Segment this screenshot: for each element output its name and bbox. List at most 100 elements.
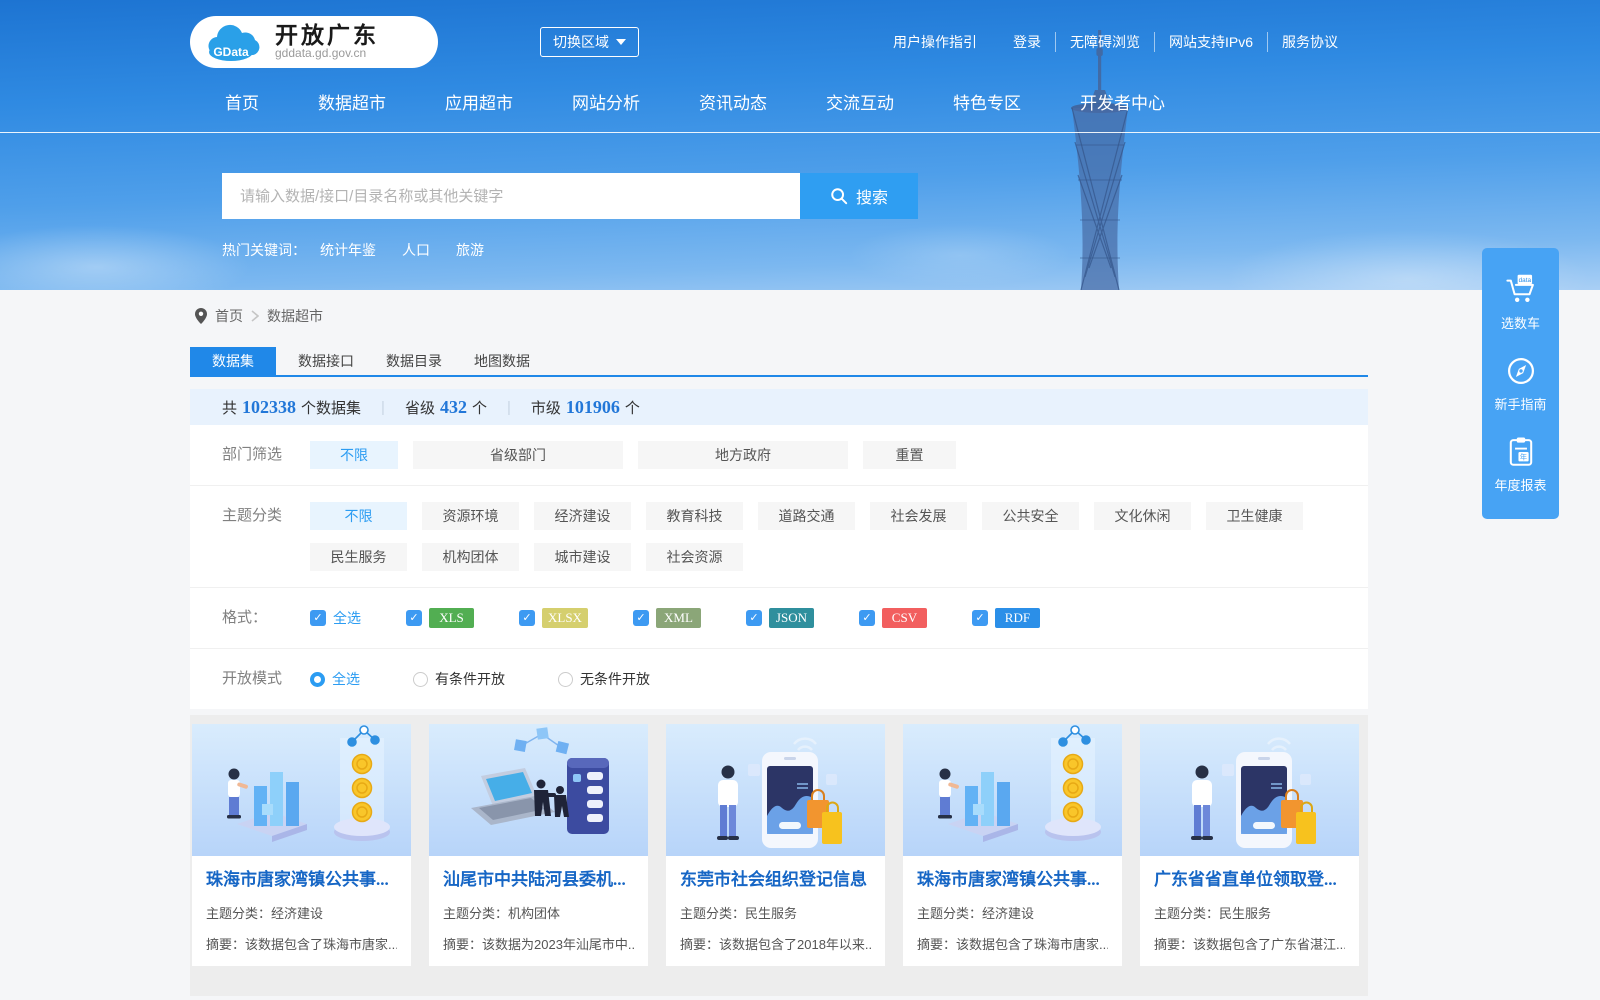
checkbox-checked-icon[interactable]: ✓ bbox=[519, 610, 535, 626]
theme-option[interactable]: 文化休闲 bbox=[1094, 502, 1191, 530]
link-accessibility[interactable]: 无障碍浏览 bbox=[1054, 31, 1154, 52]
format-option-xls[interactable]: ✓ XLS bbox=[406, 608, 474, 628]
annual-report-icon bbox=[1504, 435, 1538, 469]
link-ipv6[interactable]: 网站支持IPv6 bbox=[1153, 31, 1267, 52]
dataset-thumbnail bbox=[429, 724, 648, 856]
format-option-xlsx[interactable]: ✓ XLSX bbox=[519, 608, 588, 628]
open-mode-option-unconditional[interactable]: 无条件开放 bbox=[558, 669, 650, 689]
format-option-rdf[interactable]: ✓ RDF bbox=[971, 608, 1040, 628]
dataset-title[interactable]: 珠海市唐家湾镇公共事... bbox=[917, 869, 1108, 891]
utility-links: 用户操作指引 登录 无障碍浏览 网站支持IPv6 服务协议 bbox=[893, 31, 1352, 52]
gdata-cloud-icon bbox=[204, 22, 266, 62]
chevron-down-icon bbox=[616, 38, 626, 45]
city-count: 101906 bbox=[565, 396, 620, 417]
tab-bar: 数据集 数据接口 数据目录 地图数据 bbox=[190, 347, 1368, 377]
tab-map-data[interactable]: 地图数据 bbox=[458, 347, 546, 375]
dataset-summary: 摘要：该数据包含了广东省湛江... bbox=[1154, 937, 1345, 952]
main-nav: 首页 数据超市 应用超市 网站分析 资讯动态 交流互动 特色专区 开发者中心 bbox=[0, 70, 1600, 133]
department-reset-button[interactable]: 重置 bbox=[863, 441, 956, 469]
theme-filter-label: 主题分类 bbox=[222, 507, 283, 524]
dataset-card[interactable]: 东莞市社会组织登记信息 主题分类：民生服务 摘要：该数据包含了2018年以来..… bbox=[666, 724, 885, 966]
dataset-category: 主题分类：经济建设 bbox=[206, 906, 324, 921]
theme-option[interactable]: 教育科技 bbox=[646, 502, 743, 530]
radio-icon[interactable] bbox=[413, 671, 428, 687]
dataset-summary: 摘要：该数据包含了2018年以来... bbox=[680, 937, 871, 952]
link-login[interactable]: 登录 bbox=[999, 32, 1055, 52]
checkbox-checked-icon[interactable]: ✓ bbox=[310, 610, 326, 626]
side-item-annual-report[interactable]: 年度报表 bbox=[1482, 424, 1559, 505]
theme-option[interactable]: 资源环境 bbox=[422, 502, 519, 530]
dataset-title[interactable]: 东莞市社会组织登记信息 bbox=[680, 869, 871, 891]
region-switch-label: 切换区域 bbox=[553, 33, 609, 50]
top-bar: 开放广东 gddata.gd.gov.cn 切换区域 用户操作指引 登录 无障碍… bbox=[0, 0, 1600, 70]
department-filter-label: 部门筛选 bbox=[222, 446, 283, 463]
nav-item-interaction[interactable]: 交流互动 bbox=[826, 89, 894, 114]
checkbox-checked-icon[interactable]: ✓ bbox=[858, 610, 875, 626]
theme-option[interactable]: 城市建设 bbox=[534, 543, 631, 571]
format-option-xml[interactable]: ✓ XML bbox=[632, 608, 701, 628]
hot-keyword-tourism[interactable]: 旅游 bbox=[456, 240, 484, 260]
nav-item-home[interactable]: 首页 bbox=[225, 89, 259, 114]
dataset-card[interactable]: 广东省省直单位领取登... 主题分类：民生服务 摘要：该数据包含了广东省湛江..… bbox=[1140, 724, 1359, 966]
theme-option[interactable]: 公共安全 bbox=[982, 502, 1079, 530]
dataset-card[interactable]: 珠海市唐家湾镇公共事... 主题分类：经济建设 摘要：该数据包含了珠海市唐家..… bbox=[192, 724, 411, 966]
nav-item-site-analysis[interactable]: 网站分析 bbox=[572, 89, 640, 114]
nav-item-developer-center[interactable]: 开发者中心 bbox=[1080, 89, 1165, 114]
format-select-all[interactable]: ✓ 全选 bbox=[310, 608, 361, 628]
search-input[interactable] bbox=[222, 173, 800, 219]
department-option-local-gov[interactable]: 地方政府 bbox=[638, 441, 848, 469]
theme-option[interactable]: 民生服务 bbox=[310, 543, 407, 571]
hot-keyword-population[interactable]: 人口 bbox=[402, 240, 430, 260]
checkbox-checked-icon[interactable]: ✓ bbox=[745, 610, 762, 626]
filter-row-open-mode: 开放模式 全选 有条件开放 无条件开放 bbox=[190, 649, 1368, 709]
search-button[interactable]: 搜索 bbox=[800, 173, 918, 219]
radio-selected-icon[interactable] bbox=[310, 671, 325, 687]
nav-item-special-zone[interactable]: 特色专区 bbox=[953, 89, 1021, 114]
compass-icon bbox=[1504, 354, 1538, 388]
breadcrumb-home[interactable]: 首页 bbox=[215, 306, 243, 326]
breadcrumb: 首页 数据超市 bbox=[190, 290, 1368, 326]
hot-keywords-label: 热门关键词： bbox=[222, 242, 306, 258]
theme-option[interactable]: 社会发展 bbox=[870, 502, 967, 530]
side-item-beginner-guide[interactable]: 新手指南 bbox=[1482, 343, 1559, 424]
theme-option[interactable]: 社会资源 bbox=[646, 543, 743, 571]
tab-data-api[interactable]: 数据接口 bbox=[282, 347, 370, 375]
dataset-title[interactable]: 汕尾市中共陆河县委机... bbox=[443, 869, 634, 891]
checkbox-checked-icon[interactable]: ✓ bbox=[632, 610, 649, 626]
theme-option[interactable]: 不限 bbox=[310, 502, 407, 530]
dataset-thumbnail bbox=[192, 724, 411, 856]
divider: | bbox=[506, 398, 511, 416]
radio-icon[interactable] bbox=[558, 671, 573, 687]
open-mode-option-conditional[interactable]: 有条件开放 bbox=[413, 669, 505, 689]
dataset-title[interactable]: 珠海市唐家湾镇公共事... bbox=[206, 869, 397, 891]
link-service-agreement[interactable]: 服务协议 bbox=[1267, 31, 1352, 52]
theme-option[interactable]: 卫生健康 bbox=[1206, 502, 1303, 530]
nav-item-data-market[interactable]: 数据超市 bbox=[318, 89, 386, 114]
nav-item-app-market[interactable]: 应用超市 bbox=[445, 89, 513, 114]
open-mode-option-all[interactable]: 全选 bbox=[310, 669, 360, 689]
dataset-title[interactable]: 广东省省直单位领取登... bbox=[1154, 869, 1345, 891]
theme-option[interactable]: 经济建设 bbox=[534, 502, 631, 530]
filter-row-format: 格式： ✓ 全选 ✓ XLS ✓ XLSX ✓ XML ✓ JSON ✓ CSV… bbox=[190, 588, 1368, 649]
department-option-provincial[interactable]: 省级部门 bbox=[413, 441, 623, 469]
checkbox-checked-icon[interactable]: ✓ bbox=[971, 610, 988, 626]
theme-option[interactable]: 道路交通 bbox=[758, 502, 855, 530]
dataset-card-list: 珠海市唐家湾镇公共事... 主题分类：经济建设 摘要：该数据包含了珠海市唐家..… bbox=[190, 715, 1368, 996]
checkbox-checked-icon[interactable]: ✓ bbox=[406, 610, 422, 626]
filter-row-department: 部门筛选 不限 省级部门 地方政府 重置 bbox=[190, 425, 1368, 486]
region-switch-button[interactable]: 切换区域 bbox=[540, 26, 639, 57]
side-item-data-cart[interactable]: 选数车 bbox=[1482, 262, 1559, 343]
hot-keyword-statistical-yearbook[interactable]: 统计年鉴 bbox=[320, 240, 376, 260]
nav-item-news[interactable]: 资讯动态 bbox=[699, 89, 767, 114]
theme-option[interactable]: 机构团体 bbox=[422, 543, 519, 571]
site-logo[interactable]: 开放广东 gddata.gd.gov.cn bbox=[190, 15, 438, 68]
tab-data-catalog[interactable]: 数据目录 bbox=[370, 347, 458, 375]
department-option-unlimited[interactable]: 不限 bbox=[310, 441, 398, 469]
hot-keywords: 热门关键词： 统计年鉴 人口 旅游 bbox=[222, 240, 1600, 260]
dataset-card[interactable]: 珠海市唐家湾镇公共事... 主题分类：经济建设 摘要：该数据包含了珠海市唐家..… bbox=[903, 724, 1122, 966]
format-option-json[interactable]: ✓ JSON bbox=[745, 608, 814, 628]
dataset-card[interactable]: 汕尾市中共陆河县委机... 主题分类：机构团体 摘要：该数据为2023年汕尾市中… bbox=[429, 724, 648, 966]
format-option-csv[interactable]: ✓ CSV bbox=[858, 608, 927, 628]
link-user-guide[interactable]: 用户操作指引 bbox=[893, 32, 999, 52]
tab-datasets[interactable]: 数据集 bbox=[190, 347, 276, 375]
